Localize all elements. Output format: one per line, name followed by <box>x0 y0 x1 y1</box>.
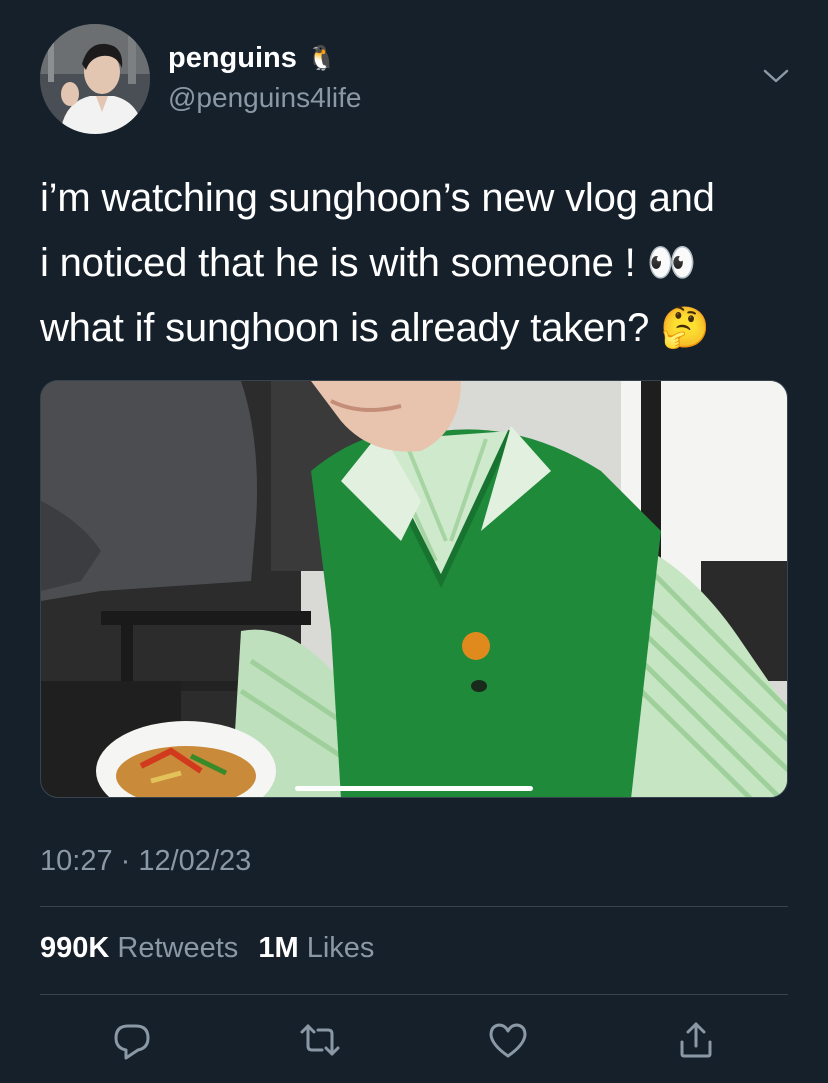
tweet-text-line-2: i noticed that he is with someone ! 👀 <box>40 241 697 285</box>
likes-count[interactable]: 1M <box>258 932 298 964</box>
share-icon[interactable] <box>674 1018 718 1062</box>
chevron-down-icon[interactable] <box>762 66 790 86</box>
divider-bottom <box>40 994 788 995</box>
display-name[interactable]: penguins 🐧 <box>168 42 337 75</box>
avatar[interactable] <box>40 24 150 134</box>
display-name-text: penguins <box>168 42 297 74</box>
divider-top <box>40 906 788 907</box>
reply-icon[interactable] <box>110 1018 154 1062</box>
retweets-count[interactable]: 990K <box>40 932 109 964</box>
retweets-label[interactable]: Retweets <box>117 932 238 964</box>
tweet-text-line-3: what if sunghoon is already taken? 🤔 <box>40 306 710 350</box>
penguin-emoji: 🐧 <box>306 45 337 72</box>
like-icon[interactable] <box>486 1018 530 1062</box>
likes-label[interactable]: Likes <box>307 932 375 964</box>
tweet: penguins 🐧 @penguins4life i’m watching s… <box>0 0 828 1083</box>
tweet-stats: 990K Retweets 1M Likes <box>40 932 374 965</box>
retweet-icon[interactable] <box>298 1018 342 1062</box>
tweet-actions <box>0 1012 828 1072</box>
tweet-media-image[interactable] <box>40 380 788 798</box>
tweet-text-line-1: i’m watching sunghoon’s new vlog and <box>40 176 715 220</box>
tweet-text: i’m watching sunghoon’s new vlog and i n… <box>40 166 800 361</box>
media-photo <box>41 381 787 797</box>
user-handle[interactable]: @penguins4life <box>168 82 361 114</box>
avatar-image <box>40 24 150 134</box>
tweet-timestamp[interactable]: 10:27 · 12/02/23 <box>40 845 251 878</box>
